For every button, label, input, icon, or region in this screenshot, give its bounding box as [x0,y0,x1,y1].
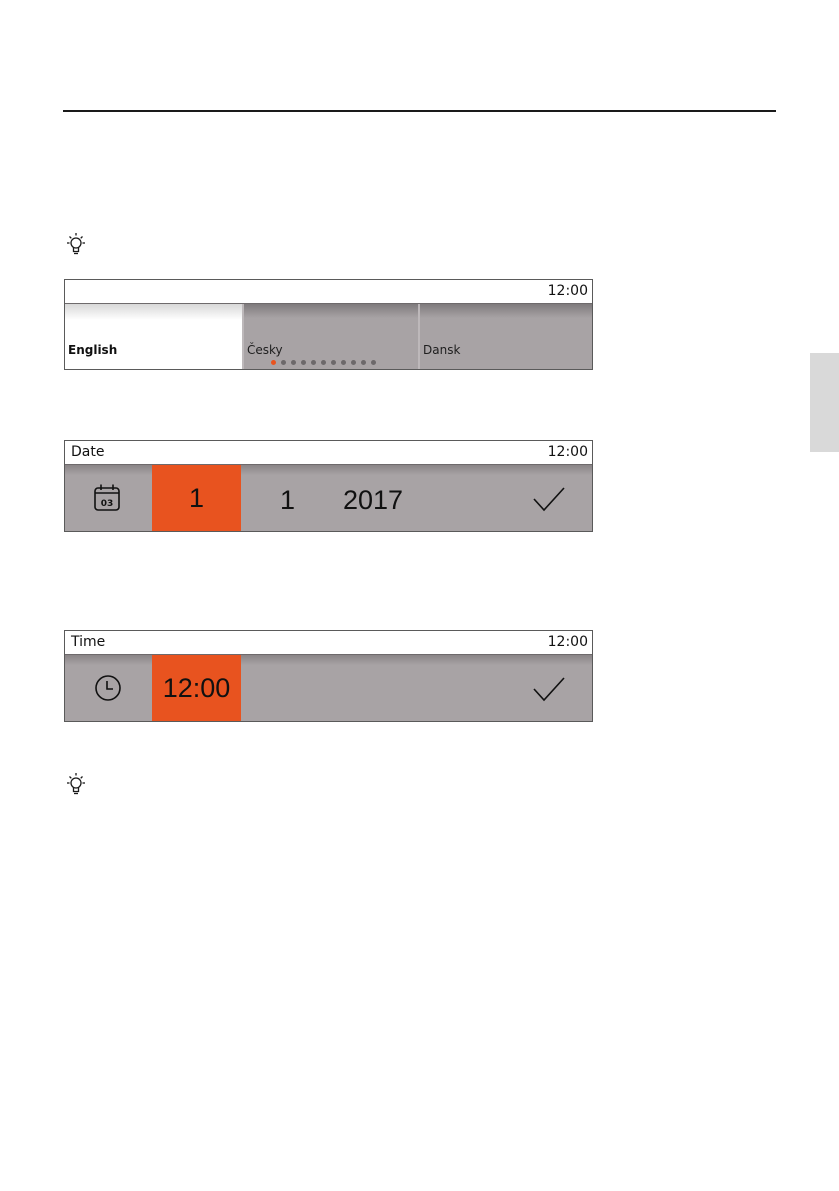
language-screen: 12:00 English Česky Dansk [64,279,593,370]
status-bar: Time 12:00 [65,631,592,655]
page-dot[interactable] [361,360,366,365]
lightbulb-tip-icon [67,773,85,795]
page-dot[interactable] [321,360,326,365]
calendar-icon-cell: 03 [65,465,152,531]
header-rule [63,110,776,112]
date-row: 03 1 1 2017 [65,465,592,531]
status-bar: 12:00 [65,280,592,304]
page-dot[interactable] [331,360,336,365]
page-dot[interactable] [351,360,356,365]
page-dot[interactable] [341,360,346,365]
clock-icon [95,675,121,701]
day-field[interactable]: 1 [152,465,241,531]
time-row: 12:00 [65,655,592,721]
language-option-english[interactable]: English [65,304,242,369]
page-dot[interactable] [281,360,286,365]
screen-title: Time [71,634,106,650]
language-label: Česky [247,343,283,357]
date-screen: Date 12:00 03 1 1 2017 [64,440,593,532]
side-tab [810,353,839,452]
screen-title: Date [71,444,105,460]
clock-icon-cell [65,655,152,721]
lightbulb-tip-icon [67,233,85,255]
year-field[interactable]: 2017 [343,485,403,516]
status-clock: 12:00 [547,634,588,650]
page-dot[interactable] [291,360,296,365]
check-icon[interactable] [532,675,566,703]
month-field[interactable]: 1 [280,485,295,516]
page-indicator [271,360,376,366]
page-dot[interactable] [301,360,306,365]
page-dot[interactable] [271,360,276,365]
language-label: English [68,343,118,357]
calendar-icon: 03 [94,484,120,511]
page-dot[interactable] [311,360,316,365]
time-field[interactable]: 12:00 [152,655,241,721]
status-bar: Date 12:00 [65,441,592,465]
check-icon[interactable] [532,485,566,513]
calendar-icon-text: 03 [101,499,114,509]
page-dot[interactable] [371,360,376,365]
time-screen: Time 12:00 12:00 [64,630,593,722]
language-option-dansk[interactable]: Dansk [418,304,592,369]
language-label: Dansk [423,343,461,357]
status-clock: 12:00 [547,444,588,460]
status-clock: 12:00 [547,283,588,299]
